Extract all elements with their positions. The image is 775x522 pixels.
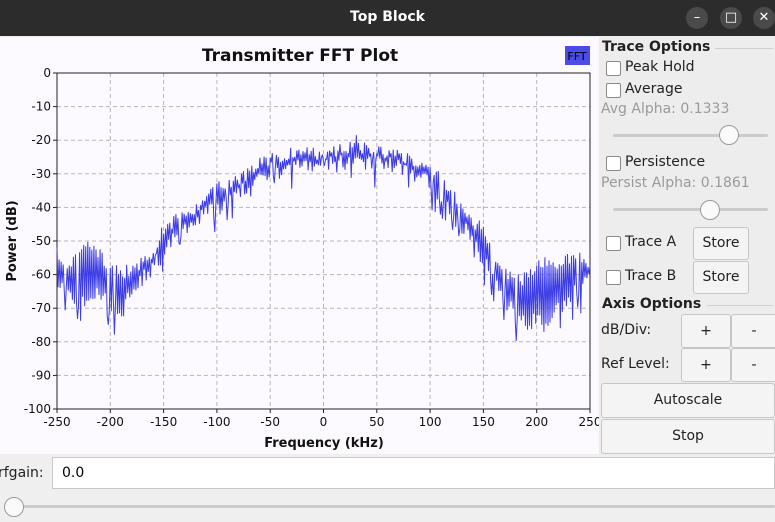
rfgain-panel: rfgain: 0.0: [0, 455, 775, 522]
persist-alpha-label: Persist Alpha: 0.1861: [601, 175, 750, 191]
axis-options-title: Axis Options: [602, 296, 702, 312]
trace-a-checkbox[interactable]: [606, 236, 621, 251]
db-div-minus-button[interactable]: -: [731, 314, 775, 348]
x-tick-label: -200: [97, 415, 124, 429]
fft-plot-area[interactable]: Transmitter FFT Plot FFT -250 -200 -150 -10…: [0, 37, 599, 454]
x-tick-label: 0: [320, 415, 328, 429]
rfgain-label: rfgain:: [0, 465, 44, 481]
x-tick-label: -150: [150, 415, 177, 429]
avg-alpha-slider-handle[interactable]: [718, 125, 739, 145]
persistence-checkbox[interactable]: [606, 156, 621, 171]
y-tick-label: -30: [31, 167, 51, 181]
trace-b-checkbox[interactable]: [606, 270, 621, 285]
persist-alpha-slider[interactable]: [613, 208, 768, 211]
persist-alpha-value: 0.1861: [700, 175, 750, 191]
store-trace-a-button[interactable]: Store: [693, 227, 749, 260]
average-label: Average: [625, 81, 683, 97]
x-tick-label: -100: [203, 415, 230, 429]
average-checkbox[interactable]: [606, 83, 621, 98]
close-button[interactable]: ✕: [753, 7, 775, 29]
trace-options-title: Trace Options: [602, 39, 711, 55]
x-tick-label: 50: [369, 415, 384, 429]
y-tick-label: -90: [31, 368, 51, 382]
x-tick-label: 200: [525, 415, 548, 429]
x-tick-label: -50: [260, 415, 280, 429]
persistence-label: Persistence: [625, 154, 706, 170]
rfgain-slider-handle[interactable]: [4, 497, 24, 517]
y-tick-label: -20: [31, 133, 51, 147]
y-tick-label: -70: [31, 301, 51, 315]
peak-hold-checkbox[interactable]: [606, 61, 621, 76]
ref-level-plus-button[interactable]: +: [681, 348, 731, 382]
store-trace-b-button[interactable]: Store: [693, 261, 749, 294]
chart-title: Transmitter FFT Plot: [202, 46, 398, 66]
y-tick-label: -100: [24, 402, 51, 416]
y-tick-label: -80: [31, 335, 51, 349]
y-tick-label: -60: [31, 268, 51, 282]
x-axis-label: Frequency (kHz): [264, 436, 384, 451]
x-tick-label: 100: [419, 415, 442, 429]
y-tick-label: -50: [31, 234, 51, 248]
group-divider: [707, 305, 773, 306]
db-div-label: dB/Div:: [601, 322, 652, 338]
rfgain-slider[interactable]: [4, 505, 775, 508]
avg-alpha-value: 0.1333: [680, 101, 730, 117]
ref-level-minus-button[interactable]: -: [731, 348, 775, 382]
ref-level-label: Ref Level:: [601, 356, 670, 372]
x-tick-label: -250: [43, 415, 70, 429]
peak-hold-label: Peak Hold: [625, 59, 695, 75]
trace-a-label: Trace A: [625, 234, 677, 250]
y-tick-label: -40: [31, 200, 51, 214]
window-titlebar: Top Block – □ ✕: [0, 0, 775, 36]
fft-chart: Transmitter FFT Plot FFT -250 -200 -150 -10…: [0, 37, 599, 454]
autoscale-button[interactable]: Autoscale: [601, 383, 775, 418]
group-divider: [715, 48, 773, 49]
window-title: Top Block: [350, 9, 425, 25]
stop-button[interactable]: Stop: [601, 419, 775, 454]
control-panel: Trace Options Peak Hold Average Avg Alph…: [599, 37, 775, 454]
y-axis-label: Power (dB): [5, 200, 20, 281]
persist-alpha-caption: Persist Alpha:: [601, 175, 697, 191]
persist-alpha-slider-handle[interactable]: [700, 200, 721, 220]
avg-alpha-slider[interactable]: [613, 134, 768, 137]
y-tick-label: -10: [31, 100, 51, 114]
avg-alpha-caption: Avg Alpha:: [601, 101, 676, 117]
rfgain-input[interactable]: 0.0: [52, 457, 775, 489]
legend-label: FFT: [567, 50, 586, 63]
minimize-button[interactable]: –: [686, 7, 708, 29]
x-tick-label: 150: [472, 415, 495, 429]
x-tick-label: 250: [579, 415, 599, 429]
trace-b-label: Trace B: [625, 268, 677, 284]
y-tick-label: 0: [43, 66, 51, 80]
maximize-button[interactable]: □: [720, 7, 742, 29]
avg-alpha-label: Avg Alpha: 0.1333: [601, 101, 729, 117]
db-div-plus-button[interactable]: +: [681, 314, 731, 348]
